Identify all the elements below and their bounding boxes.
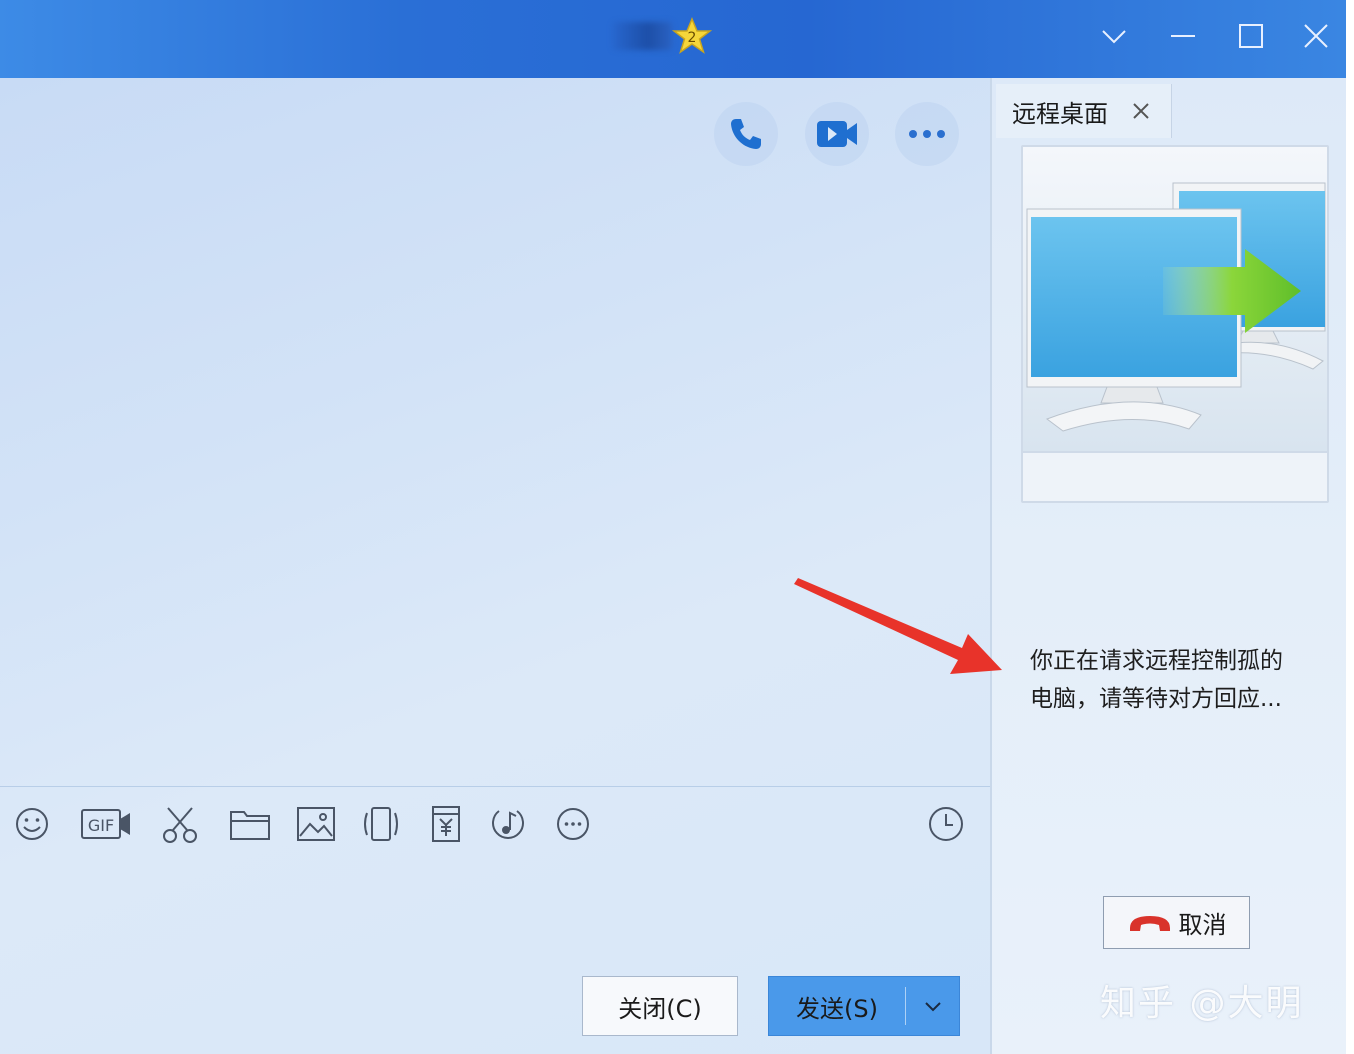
svg-text:GIF: GIF	[88, 816, 114, 835]
remote-request-status: 你正在请求远程控制孤的 电脑，请等待对方回应...	[1030, 642, 1330, 718]
chevron-down-icon	[925, 1002, 941, 1012]
svg-text:2: 2	[688, 30, 697, 46]
hangup-icon	[1129, 915, 1170, 931]
image-icon	[297, 807, 335, 841]
annotation-arrow-icon	[794, 578, 1002, 674]
gif-icon: GIF	[81, 809, 130, 839]
remote-desktop-illustration	[1021, 145, 1329, 503]
tab-remote-desktop[interactable]: 远程桌面	[996, 84, 1172, 138]
chevron-down-icon	[1102, 30, 1126, 44]
send-file-button[interactable]	[228, 802, 272, 846]
maximize-button[interactable]	[1229, 14, 1273, 58]
red-packet-icon	[432, 806, 460, 842]
send-image-button[interactable]	[294, 802, 338, 846]
emoji-icon	[16, 808, 48, 840]
chat-message-area[interactable]	[0, 78, 990, 1054]
cancel-label: 取消	[1178, 911, 1227, 939]
folder-icon	[230, 811, 270, 840]
minimize-button[interactable]	[1161, 14, 1205, 58]
star-badge-icon: 2	[672, 17, 712, 54]
status-line-1: 你正在请求远程控制孤的	[1030, 648, 1283, 674]
send-button[interactable]: 发送(S)	[768, 976, 960, 1036]
video-call-button[interactable]	[805, 102, 869, 166]
send-options-dropdown[interactable]	[906, 977, 960, 1035]
close-window-button[interactable]	[1294, 14, 1338, 58]
tab-label: 远程桌面	[1012, 99, 1108, 128]
more-actions-button[interactable]	[895, 102, 959, 166]
toolbar-divider	[0, 786, 990, 787]
remote-monitors-icon	[1023, 147, 1327, 501]
qq-chat-window: 2 GIF 关闭(C) 发送(S) 远程桌面 你正在请求远程控制孤的 电脑，请等…	[0, 0, 1346, 1054]
shake-icon	[364, 807, 398, 841]
close-icon	[1304, 24, 1328, 48]
watermark: 知乎 @大明	[1100, 983, 1304, 1024]
scissors-icon	[163, 807, 197, 843]
phone-icon	[731, 119, 761, 149]
window-shake-button[interactable]	[359, 802, 403, 846]
more-circle-icon	[557, 808, 589, 840]
history-clock-icon	[929, 807, 963, 841]
close-icon	[1133, 103, 1149, 119]
cancel-request-button[interactable]: 取消	[1103, 896, 1250, 949]
dropdown-button[interactable]	[1092, 14, 1136, 58]
screenshot-button[interactable]	[158, 802, 202, 846]
gif-button[interactable]: GIF	[78, 802, 134, 846]
emoji-button[interactable]	[10, 802, 54, 846]
maximize-icon	[1239, 24, 1263, 48]
title-bar[interactable]: 2	[0, 0, 1346, 78]
close-button-label: 关闭(C)	[618, 994, 702, 1023]
music-button[interactable]	[486, 802, 530, 846]
more-tools-button[interactable]	[551, 802, 595, 846]
send-button-label: 发送(S)	[796, 994, 878, 1023]
video-icon	[817, 121, 857, 147]
minimize-icon	[1171, 35, 1195, 37]
blurred-contact-name	[612, 22, 672, 50]
status-line-2: 电脑，请等待对方回应...	[1030, 686, 1282, 712]
more-icon	[909, 130, 945, 138]
close-chat-button[interactable]: 关闭(C)	[582, 976, 738, 1036]
tab-close-button[interactable]	[1126, 96, 1156, 126]
message-history-button[interactable]	[924, 802, 968, 846]
red-packet-button[interactable]	[424, 802, 468, 846]
voice-call-button[interactable]	[714, 102, 778, 166]
music-icon	[492, 810, 524, 839]
